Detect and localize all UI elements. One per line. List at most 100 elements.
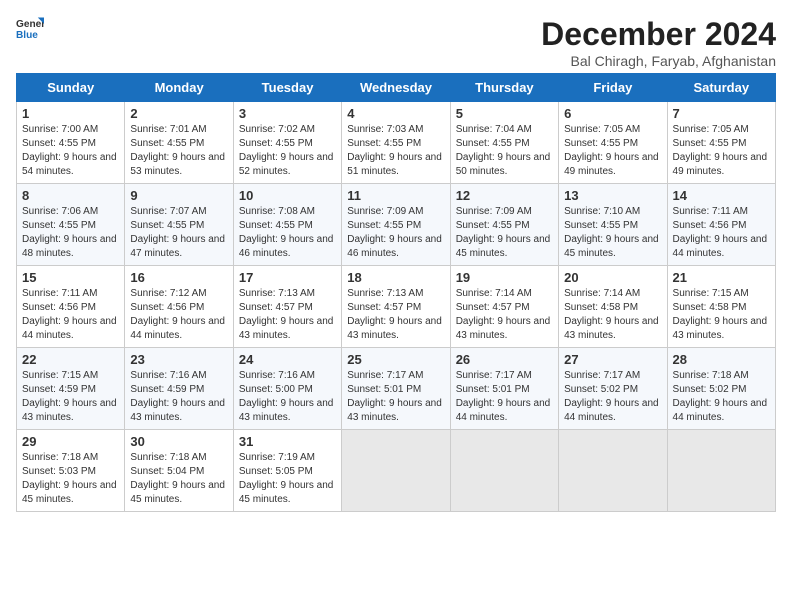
day-number: 11 — [347, 188, 444, 203]
calendar-cell: 2 Sunrise: 7:01 AMSunset: 4:55 PMDaylight… — [125, 102, 233, 184]
calendar-cell: 22 Sunrise: 7:15 AMSunset: 4:59 PMDayligh… — [17, 348, 125, 430]
calendar-cell: 29 Sunrise: 7:18 AMSunset: 5:03 PMDayligh… — [17, 430, 125, 512]
day-number: 12 — [456, 188, 553, 203]
day-info: Sunrise: 7:01 AMSunset: 4:55 PMDaylight:… — [130, 123, 227, 179]
calendar-cell: 26 Sunrise: 7:17 AMSunset: 5:01 PMDayligh… — [450, 348, 558, 430]
day-info: Sunrise: 7:06 AMSunset: 4:55 PMDaylight:… — [22, 205, 119, 261]
day-number: 15 — [22, 270, 119, 285]
calendar-cell: 30 Sunrise: 7:18 AMSunset: 5:04 PMDayligh… — [125, 430, 233, 512]
day-number: 6 — [564, 106, 661, 121]
day-number: 23 — [130, 352, 227, 367]
col-header-friday: Friday — [559, 74, 667, 102]
calendar-cell: 23 Sunrise: 7:16 AMSunset: 4:59 PMDayligh… — [125, 348, 233, 430]
day-number: 14 — [673, 188, 770, 203]
calendar-cell — [667, 430, 775, 512]
day-info: Sunrise: 7:17 AMSunset: 5:01 PMDaylight:… — [456, 369, 553, 425]
day-info: Sunrise: 7:15 AMSunset: 4:58 PMDaylight:… — [673, 287, 770, 343]
day-number: 29 — [22, 434, 119, 449]
day-number: 5 — [456, 106, 553, 121]
calendar-table: SundayMondayTuesdayWednesdayThursdayFrid… — [16, 73, 776, 512]
day-number: 1 — [22, 106, 119, 121]
day-number: 20 — [564, 270, 661, 285]
col-header-saturday: Saturday — [667, 74, 775, 102]
day-info: Sunrise: 7:05 AMSunset: 4:55 PMDaylight:… — [564, 123, 661, 179]
day-number: 31 — [239, 434, 336, 449]
day-info: Sunrise: 7:02 AMSunset: 4:55 PMDaylight:… — [239, 123, 336, 179]
calendar-cell: 25 Sunrise: 7:17 AMSunset: 5:01 PMDayligh… — [342, 348, 450, 430]
calendar-cell: 16 Sunrise: 7:12 AMSunset: 4:56 PMDayligh… — [125, 266, 233, 348]
day-number: 2 — [130, 106, 227, 121]
calendar-cell: 15 Sunrise: 7:11 AMSunset: 4:56 PMDayligh… — [17, 266, 125, 348]
col-header-sunday: Sunday — [17, 74, 125, 102]
day-info: Sunrise: 7:09 AMSunset: 4:55 PMDaylight:… — [347, 205, 444, 261]
calendar-cell: 8Sunrise: 7:06 AMSunset: 4:55 PMDaylight… — [17, 184, 125, 266]
calendar-cell — [559, 430, 667, 512]
day-number: 28 — [673, 352, 770, 367]
svg-text:Blue: Blue — [16, 30, 38, 41]
day-info: Sunrise: 7:13 AMSunset: 4:57 PMDaylight:… — [239, 287, 336, 343]
day-number: 10 — [239, 188, 336, 203]
day-info: Sunrise: 7:00 AMSunset: 4:55 PMDaylight:… — [22, 123, 119, 179]
col-header-thursday: Thursday — [450, 74, 558, 102]
day-info: Sunrise: 7:11 AMSunset: 4:56 PMDaylight:… — [673, 205, 770, 261]
title-block: December 2024 Bal Chiragh, Faryab, Afgha… — [541, 16, 776, 69]
day-number: 26 — [456, 352, 553, 367]
day-info: Sunrise: 7:16 AMSunset: 4:59 PMDaylight:… — [130, 369, 227, 425]
day-number: 4 — [347, 106, 444, 121]
day-info: Sunrise: 7:16 AMSunset: 5:00 PMDaylight:… — [239, 369, 336, 425]
calendar-cell: 4Sunrise: 7:03 AMSunset: 4:55 PMDaylight… — [342, 102, 450, 184]
calendar-cell: 24Sunrise: 7:16 AMSunset: 5:00 PMDayligh… — [233, 348, 341, 430]
day-info: Sunrise: 7:10 AMSunset: 4:55 PMDaylight:… — [564, 205, 661, 261]
day-number: 19 — [456, 270, 553, 285]
day-info: Sunrise: 7:17 AMSunset: 5:02 PMDaylight:… — [564, 369, 661, 425]
day-info: Sunrise: 7:07 AMSunset: 4:55 PMDaylight:… — [130, 205, 227, 261]
day-info: Sunrise: 7:15 AMSunset: 4:59 PMDaylight:… — [22, 369, 119, 425]
day-number: 25 — [347, 352, 444, 367]
calendar-cell: 21 Sunrise: 7:15 AMSunset: 4:58 PMDayligh… — [667, 266, 775, 348]
calendar-cell — [450, 430, 558, 512]
calendar-cell: 19 Sunrise: 7:14 AMSunset: 4:57 PMDayligh… — [450, 266, 558, 348]
calendar-cell: 5 Sunrise: 7:04 AMSunset: 4:55 PMDaylight… — [450, 102, 558, 184]
day-info: Sunrise: 7:19 AMSunset: 5:05 PMDaylight:… — [239, 451, 336, 507]
day-info: Sunrise: 7:14 AMSunset: 4:57 PMDaylight:… — [456, 287, 553, 343]
logo: General Blue — [16, 16, 44, 44]
day-number: 3 — [239, 106, 336, 121]
day-number: 21 — [673, 270, 770, 285]
calendar-week-row: 22 Sunrise: 7:15 AMSunset: 4:59 PMDayligh… — [17, 348, 776, 430]
day-number: 16 — [130, 270, 227, 285]
day-info: Sunrise: 7:18 AMSunset: 5:04 PMDaylight:… — [130, 451, 227, 507]
calendar-cell: 10Sunrise: 7:08 AMSunset: 4:55 PMDayligh… — [233, 184, 341, 266]
calendar-cell: 17Sunrise: 7:13 AMSunset: 4:57 PMDayligh… — [233, 266, 341, 348]
calendar-cell: 9Sunrise: 7:07 AMSunset: 4:55 PMDaylight… — [125, 184, 233, 266]
calendar-cell: 20Sunrise: 7:14 AMSunset: 4:58 PMDayligh… — [559, 266, 667, 348]
calendar-cell: 13 Sunrise: 7:10 AMSunset: 4:55 PMDayligh… — [559, 184, 667, 266]
day-number: 13 — [564, 188, 661, 203]
day-info: Sunrise: 7:18 AMSunset: 5:03 PMDaylight:… — [22, 451, 119, 507]
calendar-cell: 11 Sunrise: 7:09 AMSunset: 4:55 PMDayligh… — [342, 184, 450, 266]
calendar-cell: 1 Sunrise: 7:00 AMSunset: 4:55 PMDaylight… — [17, 102, 125, 184]
day-info: Sunrise: 7:09 AMSunset: 4:55 PMDaylight:… — [456, 205, 553, 261]
calendar-cell: 3 Sunrise: 7:02 AMSunset: 4:55 PMDaylight… — [233, 102, 341, 184]
calendar-subtitle: Bal Chiragh, Faryab, Afghanistan — [541, 53, 776, 69]
day-info: Sunrise: 7:04 AMSunset: 4:55 PMDaylight:… — [456, 123, 553, 179]
day-info: Sunrise: 7:18 AMSunset: 5:02 PMDaylight:… — [673, 369, 770, 425]
day-number: 22 — [22, 352, 119, 367]
calendar-cell: 14 Sunrise: 7:11 AMSunset: 4:56 PMDayligh… — [667, 184, 775, 266]
calendar-week-row: 1 Sunrise: 7:00 AMSunset: 4:55 PMDaylight… — [17, 102, 776, 184]
day-info: Sunrise: 7:17 AMSunset: 5:01 PMDaylight:… — [347, 369, 444, 425]
calendar-week-row: 8Sunrise: 7:06 AMSunset: 4:55 PMDaylight… — [17, 184, 776, 266]
calendar-title: December 2024 — [541, 16, 776, 53]
day-info: Sunrise: 7:12 AMSunset: 4:56 PMDaylight:… — [130, 287, 227, 343]
calendar-header-row: SundayMondayTuesdayWednesdayThursdayFrid… — [17, 74, 776, 102]
day-number: 18 — [347, 270, 444, 285]
col-header-monday: Monday — [125, 74, 233, 102]
day-info: Sunrise: 7:13 AMSunset: 4:57 PMDaylight:… — [347, 287, 444, 343]
svg-text:General: General — [16, 19, 44, 30]
day-number: 30 — [130, 434, 227, 449]
day-info: Sunrise: 7:11 AMSunset: 4:56 PMDaylight:… — [22, 287, 119, 343]
col-header-tuesday: Tuesday — [233, 74, 341, 102]
calendar-week-row: 15 Sunrise: 7:11 AMSunset: 4:56 PMDayligh… — [17, 266, 776, 348]
col-header-wednesday: Wednesday — [342, 74, 450, 102]
calendar-cell: 7Sunrise: 7:05 AMSunset: 4:55 PMDaylight… — [667, 102, 775, 184]
calendar-cell: 18 Sunrise: 7:13 AMSunset: 4:57 PMDayligh… — [342, 266, 450, 348]
